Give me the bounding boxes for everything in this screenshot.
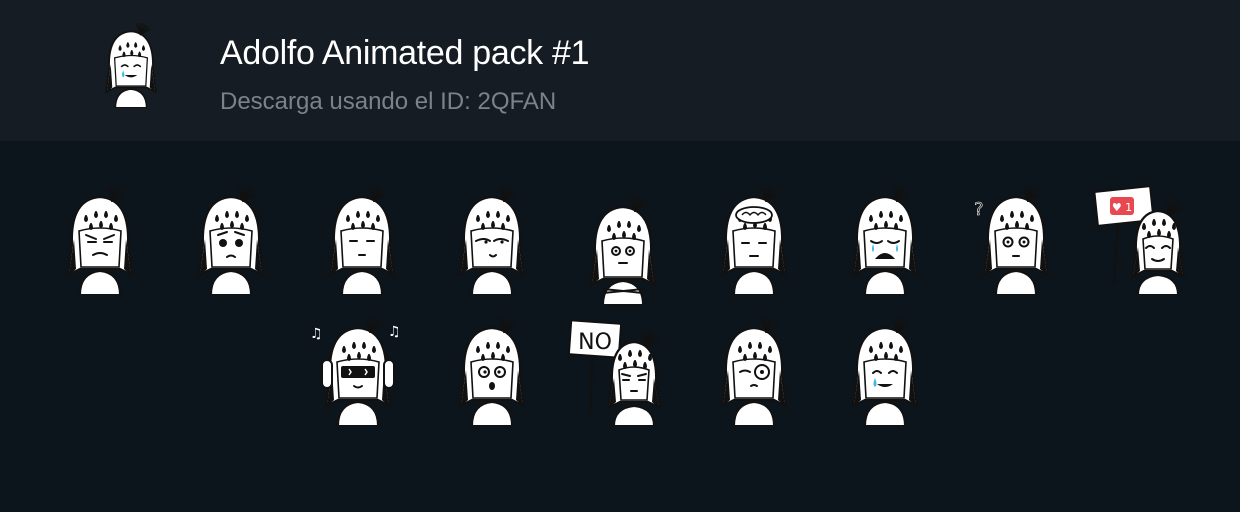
pack-header: Adolfo Animated pack #1 Descarga usando … bbox=[0, 0, 1240, 141]
svg-text:♫: ♫ bbox=[388, 324, 401, 340]
sticker-surprised[interactable] bbox=[442, 316, 542, 426]
sticker-crying[interactable] bbox=[835, 185, 935, 295]
pack-download-id: Descarga usando el ID: 2QFAN bbox=[220, 88, 557, 115]
sticker-angry[interactable] bbox=[50, 185, 150, 295]
svg-text:♥ 1: ♥ 1 bbox=[1112, 201, 1132, 214]
sticker-brain-exposed[interactable] bbox=[704, 185, 804, 295]
sticker-monocle[interactable] bbox=[704, 316, 804, 426]
sticker-no-sign[interactable]: NO bbox=[568, 316, 668, 426]
sticker-confused-shrug[interactable]: ? bbox=[966, 185, 1066, 295]
sticker-sad-puppy-eyes[interactable] bbox=[181, 185, 281, 295]
sticker-happy-tear[interactable] bbox=[835, 316, 935, 426]
svg-text:?: ? bbox=[974, 199, 984, 220]
sticker-arms-crossed[interactable] bbox=[573, 195, 673, 305]
svg-text:♫: ♫ bbox=[310, 326, 323, 342]
svg-text:NO: NO bbox=[578, 330, 612, 355]
sticker-blank-stare[interactable] bbox=[312, 185, 412, 295]
pack-icon bbox=[92, 22, 170, 124]
sticker-heart-like-sign[interactable]: ♥ 1 bbox=[1092, 185, 1192, 295]
sticker-smug[interactable] bbox=[442, 185, 542, 295]
sticker-headphones-sunglasses[interactable]: ♫ ♫ bbox=[308, 316, 408, 426]
pack-title: Adolfo Animated pack #1 bbox=[220, 34, 590, 72]
